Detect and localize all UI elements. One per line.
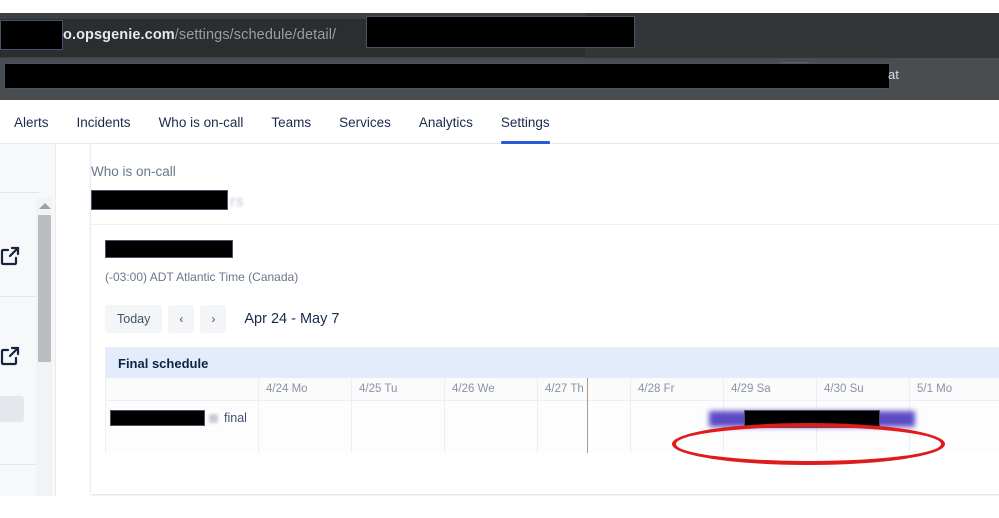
app-navigation-bar: Alerts Incidents Who is on-call Teams Servic… [0,100,999,144]
redaction-bookmarks [4,63,890,89]
bookmark-item-label[interactable]: at [888,67,899,82]
final-schedule-title: Final schedule [118,355,209,371]
schedule-day-label: 5/1 Mo [917,383,953,395]
final-schedule-table: Final schedule 4/24 Mo 4/25 Tu 4/26 We 4/27… [105,347,999,453]
sidebar-divider [0,464,40,465]
avatar [209,414,218,423]
final-schedule-header: Final schedule [106,348,999,378]
redaction-schedule-name [105,240,233,258]
rotation-row-label: final [224,411,247,425]
breadcrumb[interactable]: Who is on-call [91,164,176,179]
nav-item-list: Alerts Incidents Who is on-call Teams Servic… [0,100,564,144]
sidebar-item-selected[interactable] [0,396,24,422]
schedule-day-label: 4/25 Tu [359,383,398,395]
schedule-detail-card: Who is on-call rs (-03:00) ADT Atlantic … [90,144,999,494]
schedule-column-divider [258,378,259,453]
schedule-toolbar: Today ‹ › Apr 24 - May 7 [105,305,339,333]
timezone-label: (-03:00) ADT Atlantic Time (Canada) [105,270,299,284]
redaction-on-call-user [744,410,880,428]
nav-item-teams[interactable]: Teams [257,100,325,144]
page-footer-space [0,496,999,518]
redaction-url-prefix [0,20,63,50]
nav-item-who-is-on-call[interactable]: Who is on-call [145,100,258,144]
schedule-column-divider [444,378,445,453]
previous-period-button[interactable]: ‹ [168,305,195,333]
scroll-up-arrow-icon[interactable] [39,203,51,209]
schedule-day-label: 4/30 Su [824,383,864,395]
date-range-label: Apr 24 - May 7 [244,311,340,327]
schedule-day-label: 4/29 Sa [731,383,771,395]
address-bar-url: o.opsgenie.com/settings/schedule/detail/ [63,27,336,43]
card-bottom-edge [90,492,999,494]
external-link-icon[interactable] [0,244,22,268]
window-top-edge [0,0,999,13]
nav-item-analytics[interactable]: Analytics [405,100,487,144]
nav-item-alerts[interactable]: Alerts [0,100,63,144]
schedule-panel: (-03:00) ADT Atlantic Time (Canada) Toda… [91,224,999,494]
redaction-schedule-title [91,190,228,210]
next-period-button[interactable]: › [200,305,227,333]
schedule-column-divider [630,378,631,453]
today-button[interactable]: Today [105,305,163,333]
nav-item-settings[interactable]: Settings [487,100,564,144]
redaction-rotation-name [110,410,205,426]
sidebar-divider [0,192,40,193]
schedule-column-divider [351,378,352,453]
page-title-partial: rs [230,193,245,210]
screenshot-root: o.opsgenie.com/settings/schedule/detail/… [0,0,999,518]
schedule-column-divider [537,378,538,453]
nav-item-services[interactable]: Services [325,100,405,144]
sidebar-divider [0,296,40,297]
schedule-day-label: 4/27 Th [545,383,584,395]
current-time-marker [587,378,588,453]
schedule-day-label: 4/26 We [452,383,495,395]
schedule-day-label: 4/24 Mo [266,383,308,395]
url-path: /settings/schedule/detail/ [174,27,337,43]
sidebar-scrollbar-thumb[interactable] [38,215,51,362]
schedule-day-label: 4/28 Fr [638,383,675,395]
url-host: o.opsgenie.com [63,27,175,43]
nav-item-incidents[interactable]: Incidents [63,100,145,144]
redaction-toolbar-right [366,16,635,48]
browser-toolbar-right [585,13,999,58]
external-link-icon[interactable] [0,344,22,368]
